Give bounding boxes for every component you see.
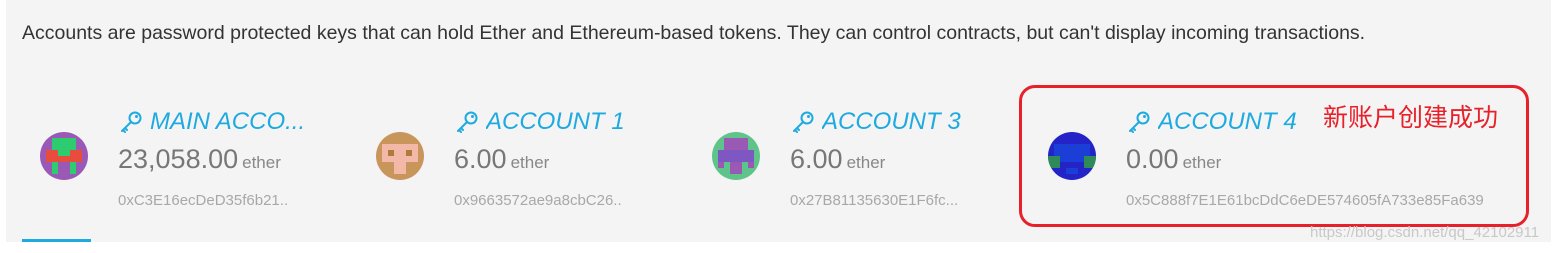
balance-unit: ether bbox=[242, 153, 281, 172]
account-name[interactable]: MAIN ACCO... bbox=[118, 108, 318, 136]
account-address: 0x27B81135630E1F6fc... bbox=[790, 192, 959, 209]
balance-unit: ether bbox=[846, 153, 886, 172]
account-balance: 6.00 ether bbox=[454, 144, 549, 175]
account-name-label: MAIN ACCO... bbox=[150, 108, 306, 135]
key-icon bbox=[790, 110, 816, 134]
account-avatar bbox=[376, 132, 424, 180]
account-name[interactable]: ACCOUNT 3 bbox=[790, 108, 990, 136]
account-address: 0x9663572ae9a8cbC26.. bbox=[454, 192, 622, 209]
balance-amount: 6.00 bbox=[790, 144, 843, 174]
account-address: 0xC3E16ecDeD35f6b21.. bbox=[118, 192, 289, 209]
account-name[interactable]: ACCOUNT 1 bbox=[454, 108, 654, 136]
key-icon bbox=[454, 110, 480, 134]
account-avatar bbox=[712, 132, 760, 180]
accounts-description: Accounts are password protected keys tha… bbox=[22, 22, 1366, 44]
balance-unit: ether bbox=[510, 153, 550, 172]
balance-amount: 6.00 bbox=[454, 144, 507, 174]
account-name-label: ACCOUNT 1 bbox=[486, 108, 625, 135]
key-icon bbox=[118, 110, 144, 134]
account-avatar bbox=[40, 132, 88, 180]
active-tab-indicator bbox=[22, 239, 91, 242]
account-balance: 23,058.00 ether bbox=[118, 144, 281, 175]
balance-amount: 23,058.00 bbox=[118, 144, 239, 174]
annotation-text: 新账户创建成功 bbox=[1323, 103, 1499, 132]
account-balance: 6.00 ether bbox=[790, 144, 885, 175]
watermark: https://blog.csdn.net/qq_42102911 bbox=[1310, 224, 1540, 241]
account-name-label: ACCOUNT 3 bbox=[822, 108, 961, 135]
